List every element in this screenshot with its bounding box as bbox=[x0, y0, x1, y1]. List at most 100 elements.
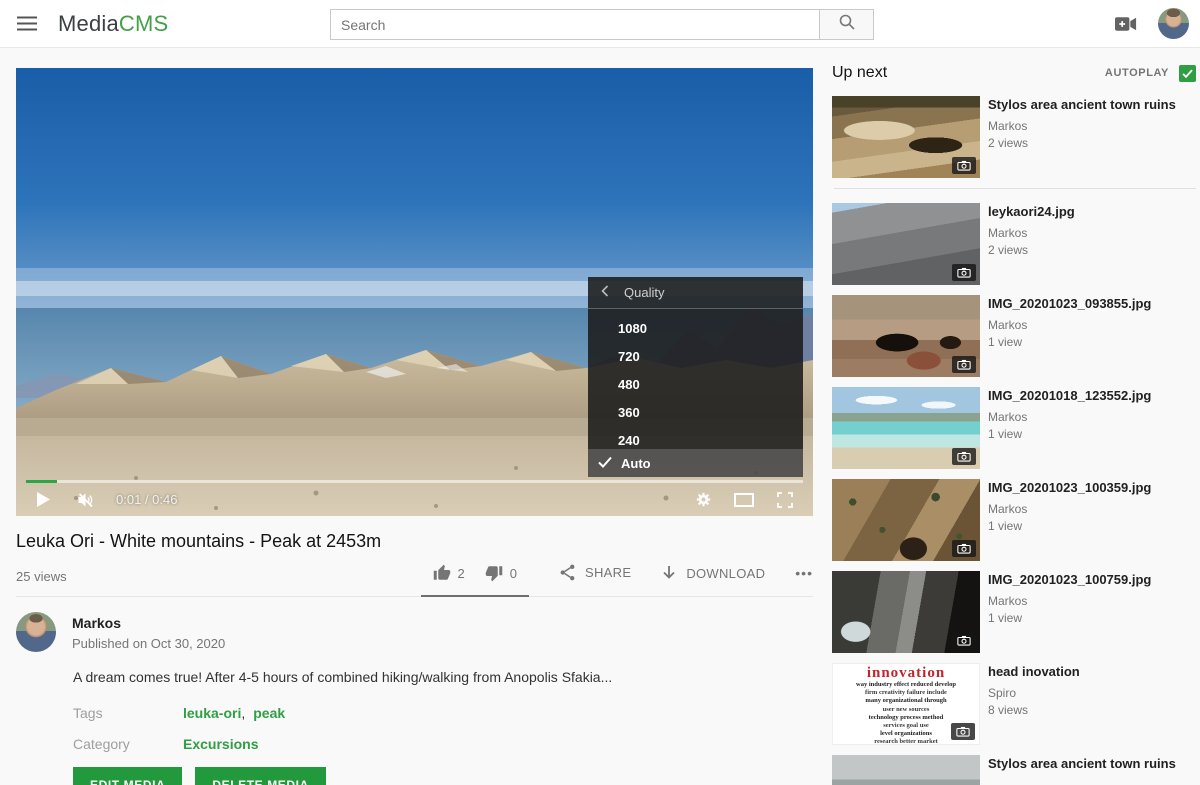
tags-label: Tags bbox=[73, 705, 183, 721]
play-button[interactable] bbox=[37, 492, 50, 507]
list-item[interactable]: IMG_20201023_100759.jpg Markos 1 view bbox=[832, 571, 1196, 653]
quality-option-720[interactable]: 720 bbox=[588, 343, 803, 371]
edit-media-button[interactable]: EDIT MEDIA bbox=[73, 767, 182, 785]
item-views: 1 view bbox=[988, 427, 1151, 441]
like-count: 2 bbox=[458, 566, 465, 581]
list-item[interactable]: IMG_20201018_123552.jpg Markos 1 view bbox=[832, 387, 1196, 469]
autoplay-label: AUTOPLAY bbox=[1105, 67, 1169, 79]
list-item[interactable]: IMG_20201023_100359.jpg Markos 1 view bbox=[832, 479, 1196, 561]
camera-badge-icon bbox=[951, 723, 975, 740]
tags-row: Tags leuka-ori, peak bbox=[73, 705, 813, 721]
tag-link-leuka-ori[interactable]: leuka-ori bbox=[183, 705, 241, 721]
category-link[interactable]: Excursions bbox=[183, 736, 258, 752]
camera-badge-icon bbox=[952, 540, 976, 557]
author-name[interactable]: Markos bbox=[72, 615, 225, 631]
main-column: Quality 1080 720 480 360 240 Auto bbox=[16, 68, 813, 785]
thumbnail bbox=[832, 571, 980, 653]
list-item[interactable]: IMG_20201023_093855.jpg Markos 1 view bbox=[832, 295, 1196, 377]
thumbnail bbox=[832, 295, 980, 377]
camera-badge-icon bbox=[952, 632, 976, 649]
search-input[interactable] bbox=[330, 9, 819, 40]
video-title: Leuka Ori - White mountains - Peak at 24… bbox=[16, 531, 813, 552]
item-author: Markos bbox=[988, 318, 1151, 332]
quality-option-1080[interactable]: 1080 bbox=[588, 315, 803, 343]
search-button[interactable] bbox=[819, 9, 874, 40]
camera-badge-icon bbox=[952, 356, 976, 373]
item-author: Spiro bbox=[988, 686, 1080, 700]
time-display: 0:01 / 0:46 bbox=[116, 492, 177, 507]
thumbnail bbox=[832, 96, 980, 178]
rate-group: 2 0 bbox=[421, 564, 529, 597]
author-avatar[interactable] bbox=[16, 612, 56, 652]
player-controls: 0:01 / 0:46 bbox=[16, 483, 813, 516]
thumbnail bbox=[832, 387, 980, 469]
dislike-button[interactable]: 0 bbox=[485, 564, 517, 582]
item-views: 8 views bbox=[988, 703, 1080, 717]
item-views: 1 view bbox=[988, 335, 1151, 349]
divider bbox=[834, 188, 1196, 189]
camera-badge-icon bbox=[952, 264, 976, 281]
search-bar bbox=[330, 9, 874, 40]
item-views: 1 view bbox=[988, 611, 1151, 625]
download-button[interactable]: DOWNLOAD bbox=[661, 565, 765, 596]
video-actions: 2 0 SHARE DOWNLOAD ••• bbox=[421, 564, 813, 596]
video-description: A dream comes true! After 4-5 hours of c… bbox=[73, 669, 813, 685]
item-title: Stylos area ancient town ruins bbox=[988, 756, 1176, 772]
more-options-button[interactable]: ••• bbox=[795, 565, 813, 596]
share-button[interactable]: SHARE bbox=[559, 564, 631, 596]
thumbnail-wordcloud: innovation way industry effect reduced d… bbox=[832, 663, 980, 745]
item-title: IMG_20201023_093855.jpg bbox=[988, 296, 1151, 312]
item-title: head inovation bbox=[988, 664, 1080, 680]
tag-separator: , bbox=[241, 705, 245, 721]
thumbnail bbox=[832, 203, 980, 285]
item-views: 2 views bbox=[988, 136, 1176, 150]
up-next-title: Up next bbox=[832, 64, 887, 82]
item-title: leykaori24.jpg bbox=[988, 204, 1075, 220]
list-item[interactable]: innovation way industry effect reduced d… bbox=[832, 663, 1196, 745]
item-author: Markos bbox=[988, 410, 1151, 424]
like-button[interactable]: 2 bbox=[433, 564, 465, 582]
settings-gear-icon[interactable] bbox=[696, 492, 711, 507]
thumbnail bbox=[832, 479, 980, 561]
quality-option-360[interactable]: 360 bbox=[588, 399, 803, 427]
check-icon bbox=[598, 456, 612, 471]
item-views: 2 views bbox=[988, 243, 1075, 257]
category-row: Category Excursions bbox=[73, 736, 813, 752]
item-author: Markos bbox=[988, 502, 1151, 516]
list-item[interactable]: Stylos area ancient town ruins bbox=[832, 755, 1196, 785]
item-author: Markos bbox=[988, 594, 1151, 608]
chevron-left-icon bbox=[601, 285, 609, 300]
quality-option-480[interactable]: 480 bbox=[588, 371, 803, 399]
list-item[interactable]: Stylos area ancient town ruins Markos 2 … bbox=[832, 96, 1196, 178]
fullscreen-icon[interactable] bbox=[777, 492, 793, 508]
video-player[interactable]: Quality 1080 720 480 360 240 Auto bbox=[16, 68, 813, 516]
user-avatar[interactable] bbox=[1158, 8, 1189, 39]
item-title: IMG_20201023_100359.jpg bbox=[988, 480, 1151, 496]
upload-media-icon[interactable] bbox=[1115, 16, 1138, 37]
search-icon bbox=[838, 13, 856, 36]
quality-option-auto-selected[interactable]: Auto bbox=[588, 449, 803, 477]
author-section: Markos Published on Oct 30, 2020 bbox=[16, 612, 813, 652]
item-title: IMG_20201018_123552.jpg bbox=[988, 388, 1151, 404]
video-meta-row: 25 views 2 0 SHARE DOWNLOAD ••• bbox=[16, 564, 813, 597]
item-author: Markos bbox=[988, 119, 1176, 133]
top-bar: MediaCMS bbox=[0, 0, 1200, 48]
thumbnail bbox=[832, 755, 980, 785]
camera-badge-icon bbox=[952, 157, 976, 174]
media-meta: Tags leuka-ori, peak Category Excursions bbox=[73, 705, 813, 752]
theater-mode-icon[interactable] bbox=[734, 493, 754, 507]
volume-muted-icon[interactable] bbox=[77, 492, 94, 508]
delete-media-button[interactable]: DELETE MEDIA bbox=[195, 767, 326, 785]
category-label: Category bbox=[73, 736, 183, 752]
quality-menu-back[interactable]: Quality bbox=[588, 277, 803, 309]
logo[interactable]: MediaCMS bbox=[58, 11, 168, 37]
view-count: 25 views bbox=[16, 569, 67, 596]
quality-menu: Quality 1080 720 480 360 240 Auto bbox=[588, 277, 803, 477]
owner-actions: EDIT MEDIA DELETE MEDIA bbox=[73, 767, 813, 785]
dislike-count: 0 bbox=[510, 566, 517, 581]
autoplay-checkbox[interactable] bbox=[1179, 65, 1196, 82]
list-item[interactable]: leykaori24.jpg Markos 2 views bbox=[832, 203, 1196, 285]
menu-icon[interactable] bbox=[17, 16, 37, 36]
thumb-down-icon bbox=[485, 564, 503, 582]
tag-link-peak[interactable]: peak bbox=[253, 705, 285, 721]
